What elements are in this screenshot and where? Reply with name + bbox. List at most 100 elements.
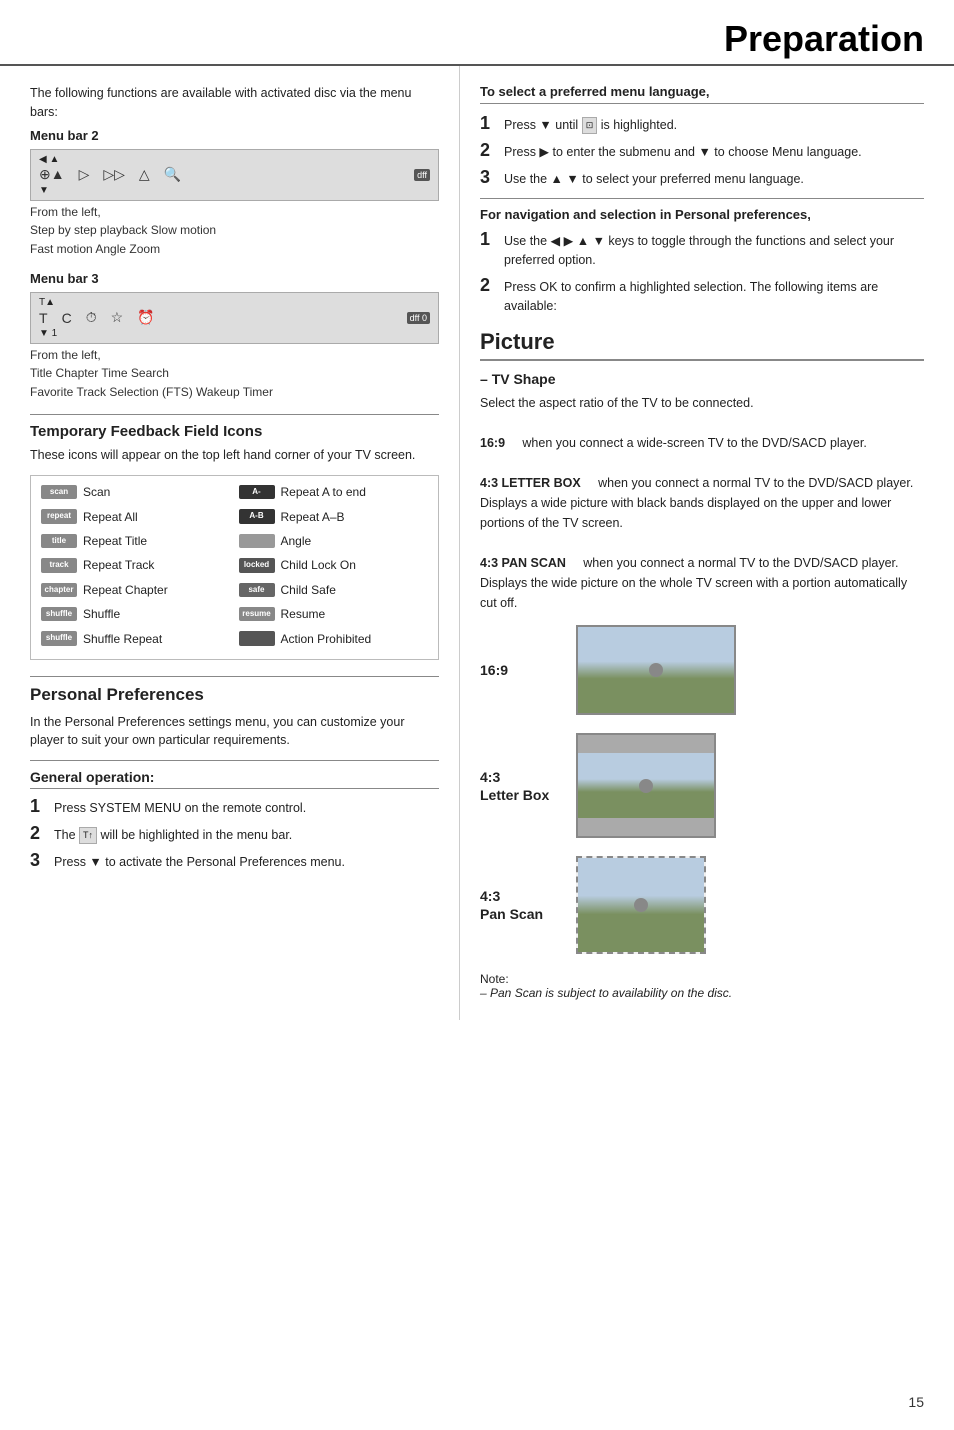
step-num-2: 2: [30, 824, 46, 845]
tv-shape-label-169: 16:9: [480, 661, 560, 679]
icon-angle: △: [139, 166, 150, 183]
icon-cell-repeat-a-end: A- Repeat A to end: [235, 482, 433, 502]
step-3: 3 Press ▼ to activate the Personal Prefe…: [30, 851, 439, 872]
right-step-num-s3: 3: [480, 168, 496, 189]
right-step-select-3: 3 Use the ▲ ▼ to select your preferred m…: [480, 168, 924, 189]
badge-shuffle: shuffle: [41, 607, 77, 621]
general-op-title: General operation:: [30, 769, 439, 789]
tv-shape-row-43lb: 4:3 Letter Box: [480, 733, 924, 838]
menu-bar-3-top-arrow: T▲: [39, 297, 55, 308]
label-scan: Scan: [83, 485, 110, 499]
picture-title: Picture: [480, 329, 924, 361]
step-num-1: 1: [30, 797, 46, 818]
icon-cell-repeat-chapter: chapter Repeat Chapter: [37, 580, 235, 600]
right-step-select-1: 1 Press ▼ until ⊡ is highlighted.: [480, 114, 924, 135]
tv-shape-dash-label: –: [480, 371, 492, 387]
badge-repeat-all: repeat: [41, 509, 77, 523]
icon-cell-repeat-all: repeat Repeat All: [37, 506, 235, 526]
label-shuffle-repeat: Shuffle Repeat: [83, 632, 162, 646]
label-child-lock: Child Lock On: [281, 558, 356, 572]
icon-fav: ☆: [111, 309, 124, 326]
circle-dot-43ps: [634, 898, 648, 912]
badge-repeat-chapter: chapter: [41, 583, 77, 597]
tv-shapes-section: 16:9 4:3 Letter Box: [480, 625, 924, 954]
step-text-3: Press ▼ to activate the Personal Prefere…: [54, 851, 345, 872]
icon-fastfwd: ▷▷: [103, 166, 125, 183]
menu-bar-2-caption: From the left,: [30, 205, 439, 219]
right-step-text-s1: Press ▼ until ⊡ is highlighted.: [504, 114, 677, 135]
icon-cell-resume: resume Resume: [235, 604, 433, 624]
page-header: Preparation: [0, 0, 954, 66]
divider-personal-prefs: [30, 676, 439, 677]
tv-shape-label-43ps: 4:3 Pan Scan: [480, 887, 560, 923]
tv-landscape-43lb: [578, 753, 714, 818]
label-repeat-ab: Repeat A–B: [281, 510, 345, 524]
circle-dot-43lb: [639, 779, 653, 793]
menu-bar-3-bottom-arrow: ▼ 1: [39, 328, 57, 339]
icon-cell-repeat-ab: A-B Repeat A–B: [235, 506, 433, 526]
letterbox-band-bottom: [578, 818, 714, 836]
badge-angle: [239, 534, 275, 548]
badge-child-lock: locked: [239, 558, 275, 572]
personal-prefs-title: Personal Preferences: [30, 685, 439, 705]
tv-shape-heading: TV Shape: [492, 371, 556, 387]
badge-child-safe: safe: [239, 583, 275, 597]
step-2: 2 The T↑ will be highlighted in the menu…: [30, 824, 439, 845]
badge-resume: resume: [239, 607, 275, 621]
right-step-text-s2: Press ▶ to enter the submenu and ▼ to ch…: [504, 141, 862, 162]
label-repeat-a-end: Repeat A to end: [281, 485, 366, 499]
menu-bar-3-caption: From the left,: [30, 348, 439, 362]
select-menu-lang-title: To select a preferred menu language,: [480, 84, 710, 99]
icon-cell-child-safe: safe Child Safe: [235, 580, 433, 600]
label-angle: Angle: [281, 534, 312, 548]
tv-shape-select-desc: Select the aspect ratio of the TV to be …: [480, 396, 754, 410]
icon-row-3: title Repeat Title Angle: [37, 531, 432, 551]
right-step-text-s3: Use the ▲ ▼ to select your preferred men…: [504, 168, 804, 189]
page-title: Preparation: [724, 18, 924, 59]
menu-bar-2-label: Menu bar 2: [30, 128, 439, 143]
badge-repeat-a-end: A-: [239, 485, 275, 499]
divider-nav-sel: [480, 198, 924, 199]
tv-landscape-43ps: [578, 858, 704, 952]
icon-t: T: [39, 310, 48, 326]
icon-cell-action-prohibited: Action Prohibited: [235, 628, 433, 648]
icon-cell-repeat-track: track Repeat Track: [37, 555, 235, 575]
menu-bar-2-bottom-arrow: ▼: [39, 185, 49, 196]
step-num-3: 3: [30, 851, 46, 872]
icon-row-7: shuffle Shuffle Repeat Action Prohibited: [37, 628, 432, 648]
submenu-icon-inline: ⊡: [582, 117, 598, 135]
menu-icon-inline: T↑: [79, 827, 97, 845]
label-43ps-inline: 4:3 PAN SCAN: [480, 556, 566, 570]
note-text: – Pan Scan is subject to availability on…: [480, 986, 732, 1000]
intro-text: The following functions are available wi…: [30, 84, 439, 122]
step-text-2: The T↑ will be highlighted in the menu b…: [54, 824, 292, 845]
personal-prefs-desc: In the Personal Preferences settings men…: [30, 713, 439, 751]
label-shuffle: Shuffle: [83, 607, 120, 621]
right-step-num-n1: 1: [480, 230, 496, 270]
label-169-inline: 16:9: [480, 436, 505, 450]
page-number: 15: [908, 1394, 924, 1410]
icon-grid: scan Scan A- Repeat A to end repeat Repe…: [30, 475, 439, 660]
icon-cell-child-lock: locked Child Lock On: [235, 555, 433, 575]
tv-shape-row-169: 16:9: [480, 625, 924, 715]
tv-shape-desc: Select the aspect ratio of the TV to be …: [480, 393, 924, 613]
right-step-nav-2: 2 Press OK to confirm a highlighted sele…: [480, 276, 924, 316]
icon-row-2: repeat Repeat All A-B Repeat A–B: [37, 506, 432, 526]
dff-badge-2: dff: [414, 169, 430, 181]
circle-dot-169: [649, 663, 663, 677]
left-column: The following functions are available wi…: [0, 66, 460, 1020]
right-step-nav-1: 1 Use the ◀ ▶ ▲ ▼ keys to toggle through…: [480, 230, 924, 270]
step-text-1: Press SYSTEM MENU on the remote control.: [54, 797, 306, 818]
tv-frame-169: [576, 625, 736, 715]
menu-bar-3-items: Title Chapter Time Search Favorite Track…: [30, 364, 439, 402]
right-step-num-s2: 2: [480, 141, 496, 162]
dff-badge-3: dff 0: [407, 312, 430, 324]
badge-repeat-ab: A-B: [239, 509, 275, 523]
icon-zoom: 🔍: [164, 166, 181, 183]
icon-row-4: track Repeat Track locked Child Lock On: [37, 555, 432, 575]
badge-scan: scan: [41, 485, 77, 499]
tv-frame-43lb: [576, 733, 716, 838]
label-repeat-track: Repeat Track: [83, 558, 154, 572]
label-43lb-inline: 4:3 LETTER BOX: [480, 476, 581, 490]
menu-bar-3-label: Menu bar 3: [30, 271, 439, 286]
